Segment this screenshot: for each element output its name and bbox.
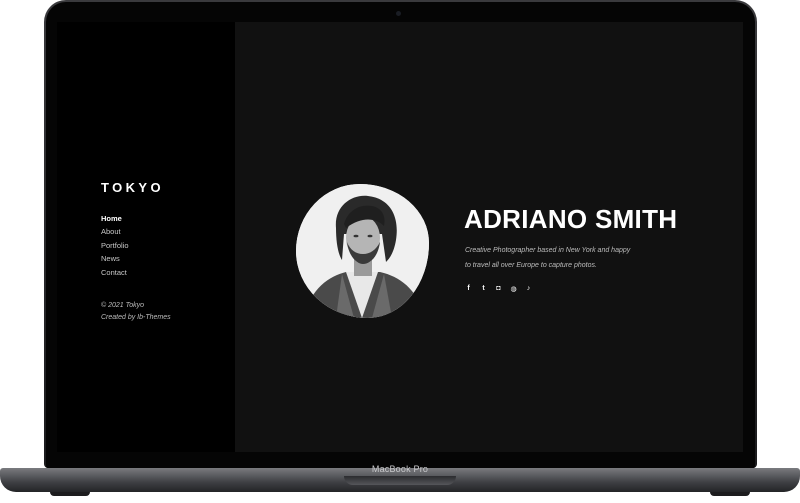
hero-bio: Creative Photographer based in New York … (465, 244, 685, 273)
sidebar: TOKYO Home About Portfolio News Contact … (57, 22, 235, 452)
twitter-icon[interactable]: t (479, 284, 488, 293)
bio-line: to travel all over Europe to capture pho… (465, 261, 597, 269)
credits-text: Created by Ib-Themes (101, 313, 171, 321)
hero-section: ADRIANO SMITH Creative Photographer base… (235, 22, 743, 452)
tiktok-icon[interactable]: ♪ (524, 284, 533, 293)
social-links: f t ◘ ◍ ♪ (464, 284, 533, 293)
screen: TOKYO Home About Portfolio News Contact … (57, 22, 743, 452)
main-nav: Home About Portfolio News Contact (101, 212, 129, 279)
nav-item-home[interactable]: Home (101, 212, 129, 225)
facebook-icon[interactable]: f (464, 284, 473, 293)
nav-item-about[interactable]: About (101, 225, 129, 238)
dribbble-icon[interactable]: ◍ (509, 284, 518, 293)
laptop-foot (50, 492, 90, 496)
bio-line: Creative Photographer based in New York … (465, 247, 631, 254)
sidebar-footer: © 2021 Tokyo Created by Ib-Themes (101, 300, 171, 323)
nav-item-contact[interactable]: Contact (101, 266, 129, 279)
nav-item-portfolio[interactable]: Portfolio (101, 239, 129, 252)
copyright-text: © 2021 Tokyo (101, 302, 145, 309)
hero-name: ADRIANO SMITH (464, 204, 678, 234)
site-logo[interactable]: TOKYO (101, 180, 164, 195)
instagram-icon[interactable]: ◘ (494, 284, 503, 293)
laptop-notch (344, 476, 456, 485)
profile-photo (296, 184, 429, 318)
device-label: MacBook Pro (371, 464, 429, 474)
camera-icon (396, 11, 401, 16)
laptop-foot (710, 492, 750, 496)
nav-item-news[interactable]: News (101, 252, 129, 265)
